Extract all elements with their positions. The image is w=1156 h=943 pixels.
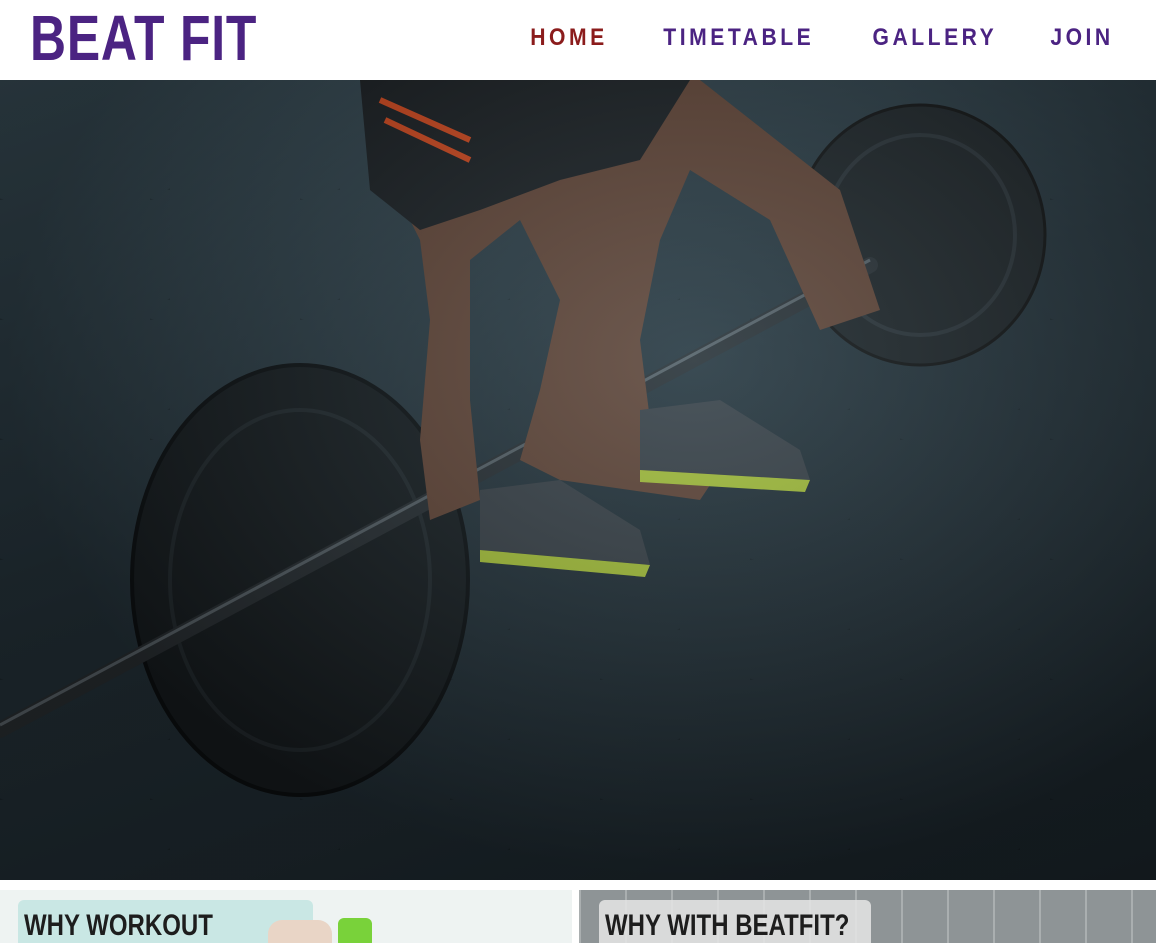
main-nav: HOME TIMETABLE GALLERY JOIN xyxy=(525,22,1118,54)
dumbbell-icon xyxy=(338,918,372,943)
site-header: BEAT FIT HOME TIMETABLE GALLERY JOIN xyxy=(0,0,1156,80)
why-beatfit-card[interactable]: WHY WITH BEATFIT? xyxy=(579,890,1156,943)
hero-image xyxy=(0,80,1156,880)
why-workout-card[interactable]: WHY WORKOUT xyxy=(0,890,572,943)
feature-cards: WHY WORKOUT WHY WITH BEATFIT? xyxy=(0,890,1156,943)
why-workout-title: WHY WORKOUT xyxy=(24,909,213,942)
hand-image xyxy=(268,920,332,943)
brand-logo[interactable]: BEAT FIT xyxy=(30,2,257,74)
hero-overlay xyxy=(0,80,1156,880)
nav-timetable[interactable]: TIMETABLE xyxy=(663,22,814,54)
nav-join[interactable]: JOIN xyxy=(1050,22,1113,54)
nav-home[interactable]: HOME xyxy=(530,22,607,54)
nav-gallery[interactable]: GALLERY xyxy=(873,22,998,54)
why-beatfit-title: WHY WITH BEATFIT? xyxy=(605,909,850,942)
